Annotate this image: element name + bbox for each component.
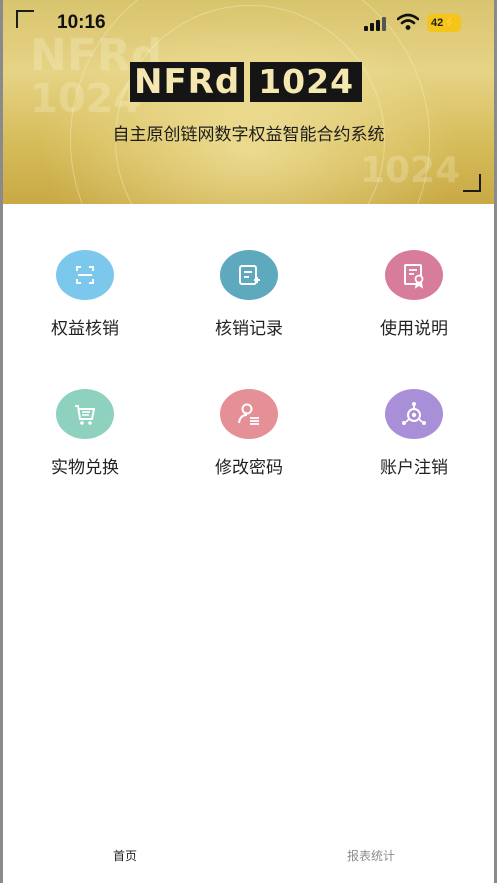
tab-home[interactable]: 首页 xyxy=(113,847,137,864)
menu-item-label: 修改密码 xyxy=(215,458,283,478)
battery-level: 42 xyxy=(431,17,444,29)
banner-subtitle: 自主原创链网数字权益智能合约系统 xyxy=(112,125,385,145)
menu-item-label: 核销记录 xyxy=(215,319,283,339)
battery-charging-icon: 42⚡ xyxy=(427,14,461,32)
banner-watermark-text: 1024 xyxy=(30,76,142,122)
banner-watermark-text: 1024 xyxy=(360,150,461,191)
record-add-icon xyxy=(220,250,278,300)
menu-item-label: 实物兑换 xyxy=(51,458,119,478)
cellular-signal-icon xyxy=(364,17,386,31)
menu-item-physical-exchange[interactable]: 实物兑换 xyxy=(20,389,150,478)
brand-logo: NFRd 1024 xyxy=(130,62,363,102)
menu-item-label: 权益核销 xyxy=(51,319,119,339)
logo-number: 1024 xyxy=(250,62,363,102)
menu-item-change-password[interactable]: 修改密码 xyxy=(184,389,314,478)
scan-icon xyxy=(56,250,114,300)
menu-item-instructions[interactable]: 使用说明 xyxy=(349,250,479,339)
tab-report-statistics[interactable]: 报表统计 xyxy=(347,847,395,864)
menu-item-label: 使用说明 xyxy=(380,319,448,339)
certificate-icon xyxy=(385,250,443,300)
menu-item-verify-records[interactable]: 核销记录 xyxy=(184,250,314,339)
bottom-tab-bar: 首页 报表统计 xyxy=(0,835,497,883)
menu-item-label: 账户注销 xyxy=(380,458,448,478)
status-bar: 10:16 42⚡ xyxy=(0,0,497,46)
wifi-icon xyxy=(397,13,419,30)
corner-bracket-icon xyxy=(463,174,481,192)
status-time: 10:16 xyxy=(57,12,106,33)
user-edit-icon xyxy=(220,389,278,439)
logo-text: NFRd xyxy=(130,62,245,102)
left-frame-edge xyxy=(0,0,3,883)
account-cancel-icon xyxy=(385,389,443,439)
menu-item-account-cancel[interactable]: 账户注销 xyxy=(349,389,479,478)
menu-item-verify-rights[interactable]: 权益核销 xyxy=(20,250,150,339)
cart-icon xyxy=(56,389,114,439)
